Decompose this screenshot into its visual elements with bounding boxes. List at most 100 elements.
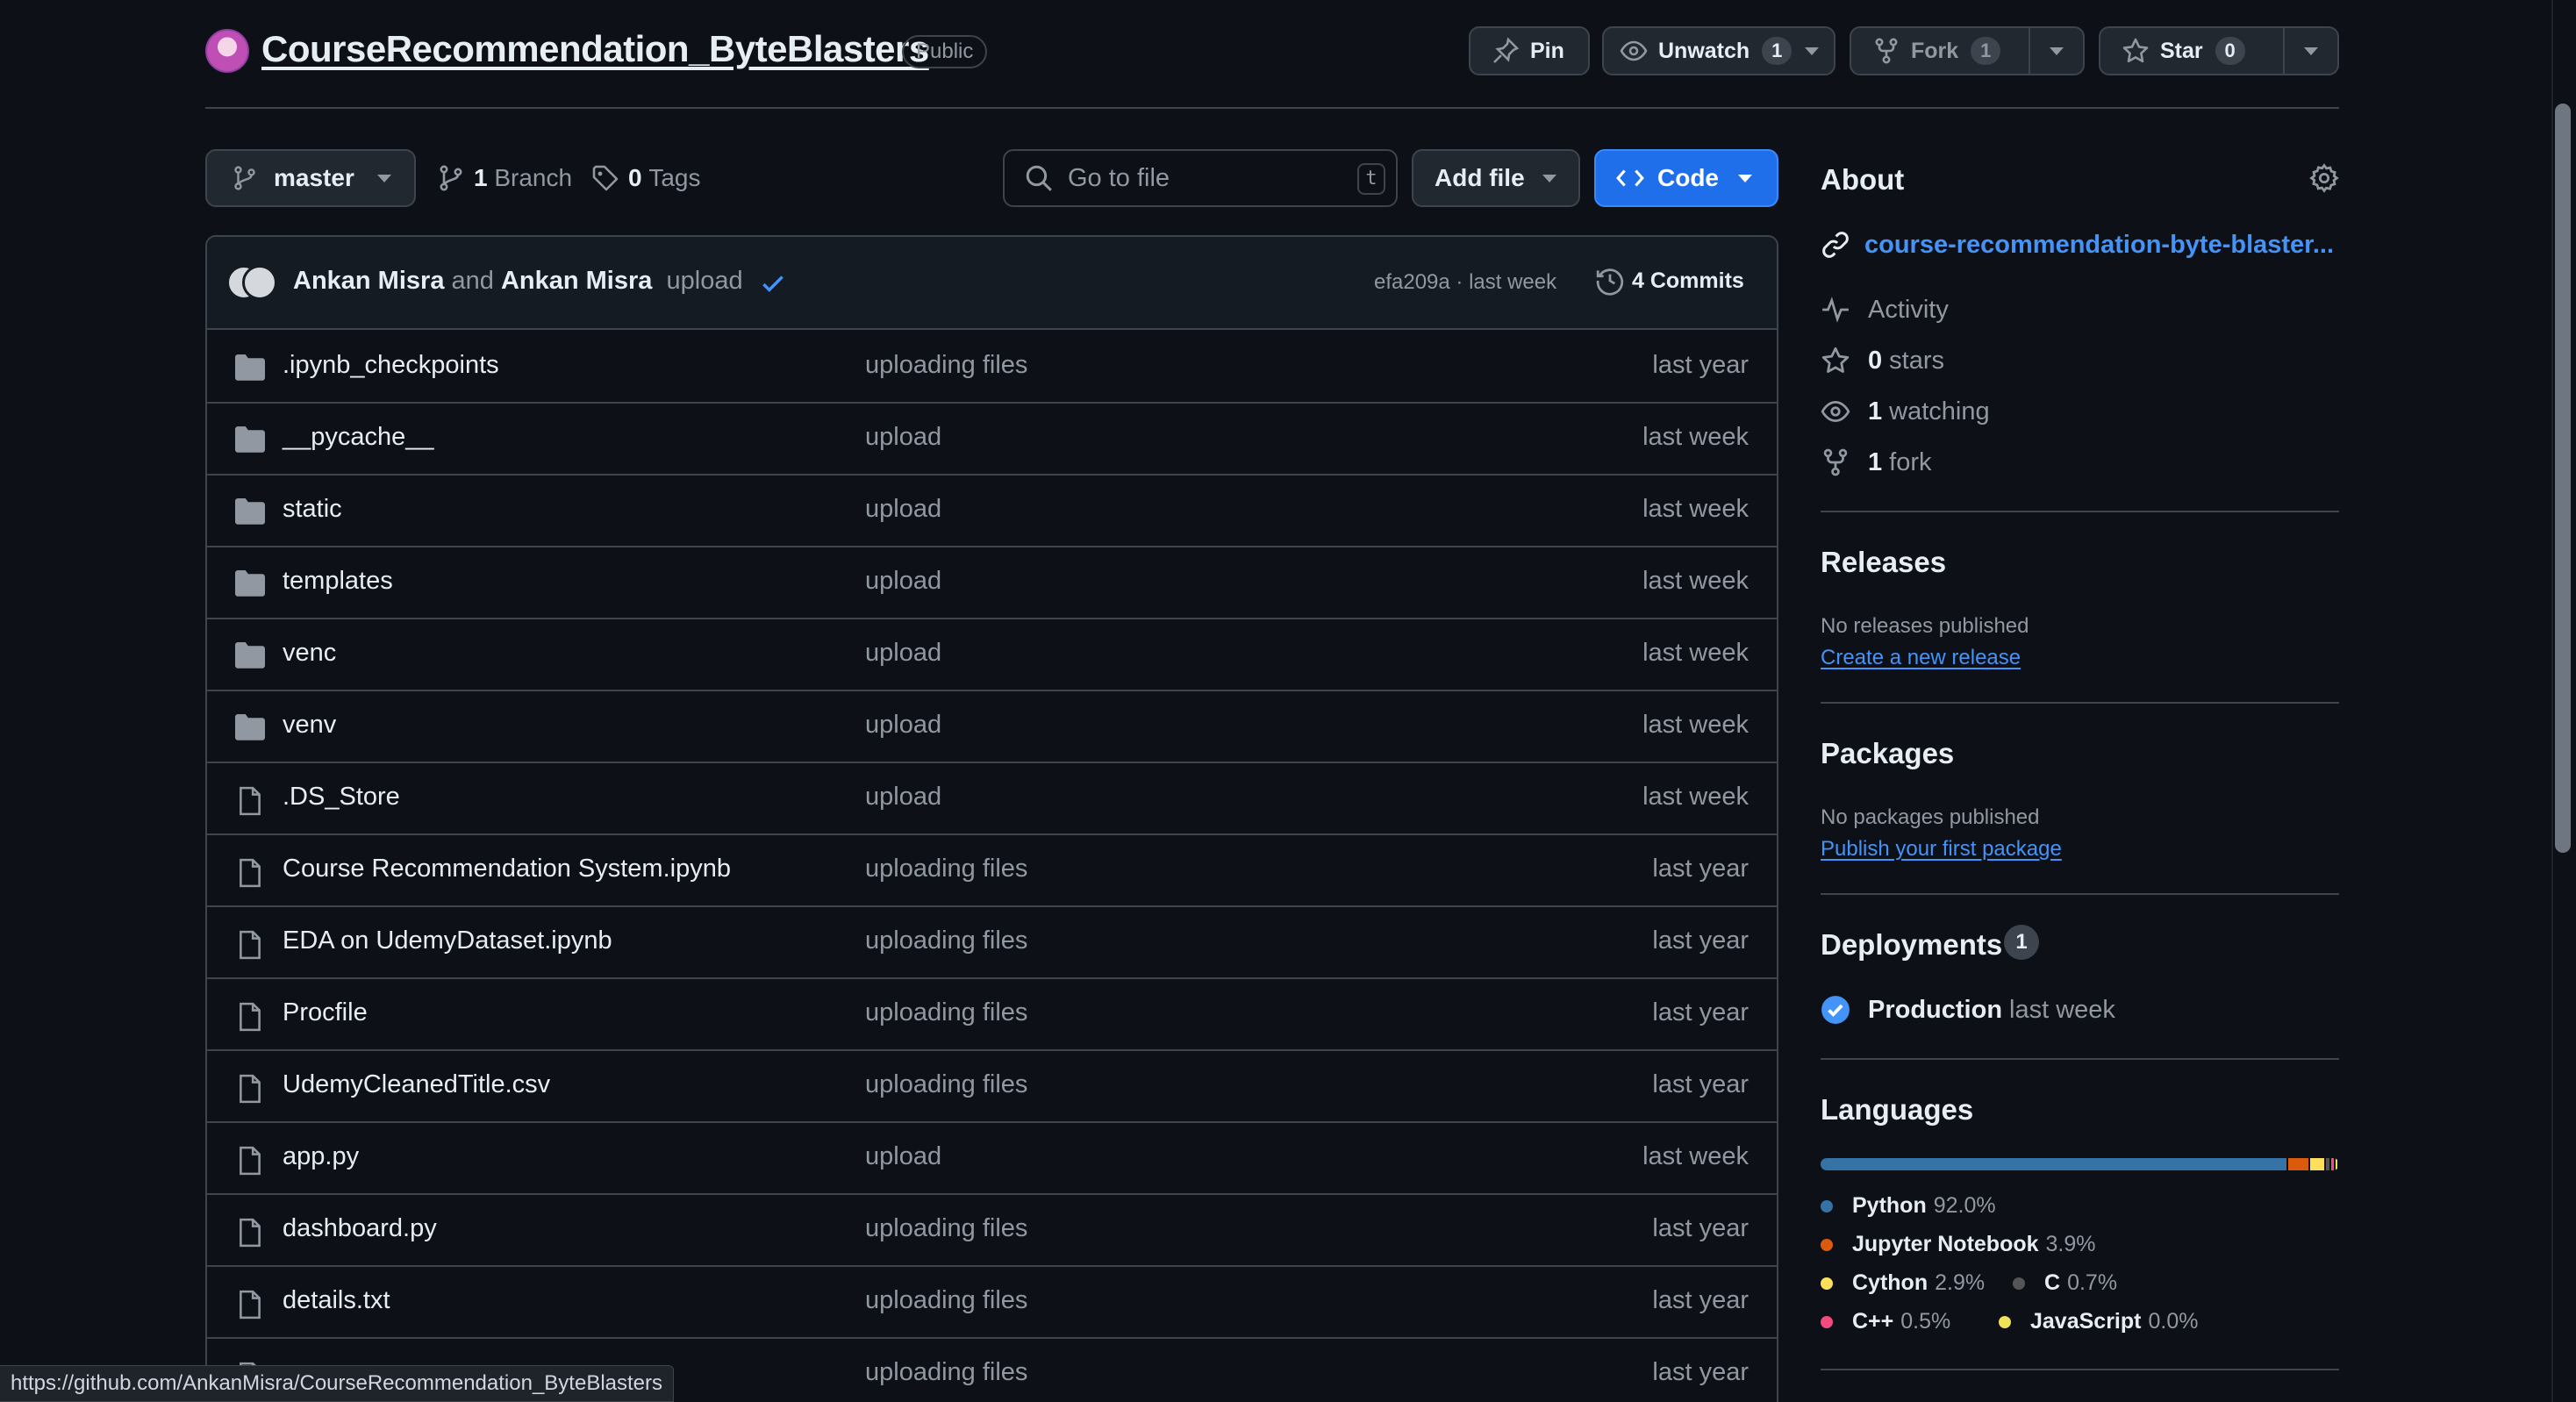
packages-heading[interactable]: Packages — [1821, 737, 1954, 770]
language-item[interactable]: C 0.7% — [2013, 1270, 2117, 1296]
language-name: C++ — [1852, 1309, 1894, 1334]
file-row[interactable]: .ipynb_checkpoints uploading files last ye… — [207, 332, 1777, 404]
file-name-link[interactable]: app.py — [283, 1142, 359, 1171]
file-commit-message-link[interactable]: upload — [865, 639, 941, 668]
forks-link[interactable]: 1 fork — [1821, 447, 1931, 477]
commits-history-link[interactable]: 4 Commits — [1595, 266, 1744, 296]
file-name-link[interactable]: UdemyCleanedTitle.csv — [283, 1070, 550, 1099]
file-row[interactable]: static upload last week — [207, 476, 1777, 547]
deployments-heading[interactable]: Deployments — [1821, 928, 2002, 962]
file-commit-message-link[interactable]: uploading files — [865, 351, 1027, 380]
star-label: Star — [2160, 38, 2203, 63]
file-name-link[interactable]: dashboard.py — [283, 1214, 437, 1243]
releases-note: No releases published — [1821, 614, 2029, 638]
fork-icon — [1823, 448, 1848, 476]
file-commit-time: last week — [1642, 423, 1749, 451]
file-commit-message-link[interactable]: upload — [865, 711, 941, 740]
file-name-link[interactable]: venc — [283, 639, 336, 668]
commit-coauthor-link[interactable]: Ankan Misra — [501, 267, 652, 295]
language-item[interactable]: Cython 2.9% — [1821, 1270, 1985, 1296]
commit-author-link[interactable]: Ankan Misra — [293, 267, 444, 295]
folder-icon — [235, 714, 265, 740]
releases-heading[interactable]: Releases — [1821, 546, 1946, 579]
file-name-link[interactable]: static — [283, 495, 342, 524]
file-row[interactable]: details.txt uploading files last year — [207, 1267, 1777, 1339]
file-name-link[interactable]: Course Recommendation System.ipynb — [283, 855, 731, 883]
file-commit-message-link[interactable]: uploading files — [865, 1358, 1027, 1387]
file-commit-message-link[interactable]: upload — [865, 495, 941, 524]
gear-icon[interactable] — [2309, 163, 2339, 193]
folder-icon — [235, 642, 265, 669]
language-dot-icon — [2013, 1277, 2025, 1290]
file-commit-message-link[interactable]: uploading files — [865, 855, 1027, 883]
watchers-link[interactable]: 1 watching — [1821, 397, 1990, 426]
publish-package-link[interactable]: Publish your first package — [1821, 837, 2062, 862]
check-icon[interactable] — [758, 268, 788, 298]
watch-options-dropdown[interactable] — [1790, 28, 1834, 74]
file-commit-message-link[interactable]: uploading files — [865, 1214, 1027, 1243]
commit-hash-time[interactable]: efa209a · last week — [1374, 270, 1556, 295]
repo-name-link[interactable]: CourseRecommendation_ByteBlasters — [261, 28, 929, 70]
chevron-down-icon — [376, 174, 391, 182]
create-release-link[interactable]: Create a new release — [1821, 646, 2021, 670]
file-row[interactable]: app.py upload last week — [207, 1123, 1777, 1195]
fork-icon — [1875, 38, 1898, 64]
file-row[interactable]: __pycache__ upload last week — [207, 404, 1777, 476]
file-row[interactable]: venc upload last week — [207, 619, 1777, 691]
unwatch-button[interactable]: Unwatch 1 — [1602, 26, 1835, 75]
branches-link[interactable]: 1 Branch — [437, 149, 572, 207]
file-row[interactable]: Procfile uploading files last year — [207, 979, 1777, 1051]
activity-link[interactable]: Activity — [1821, 295, 1949, 325]
file-row[interactable]: dashboard.py uploading files last year — [207, 1195, 1777, 1267]
file-commit-message-link[interactable]: upload — [865, 783, 941, 812]
branch-selector[interactable]: master — [205, 149, 416, 207]
homepage-link[interactable]: course-recommendation-byte-blaster... — [1821, 230, 2334, 260]
repo-owner-avatar[interactable] — [205, 29, 249, 73]
language-percent: 92.0% — [1933, 1193, 1996, 1218]
language-item[interactable]: C++ 0.5% — [1821, 1309, 1950, 1334]
tags-link[interactable]: 0 Tags — [591, 149, 701, 207]
file-commit-message-link[interactable]: uploading files — [865, 926, 1027, 955]
file-row[interactable]: EDA on UdemyDataset.ipynb uploading files… — [207, 907, 1777, 979]
file-row[interactable]: venv upload last week — [207, 691, 1777, 763]
star-lists-dropdown[interactable] — [2283, 28, 2337, 74]
commit-coauthor-avatar[interactable] — [242, 265, 277, 300]
search-placeholder: Go to file — [1068, 163, 1170, 192]
go-to-file-input[interactable]: Go to file t — [1003, 149, 1398, 207]
code-button[interactable]: Code — [1594, 149, 1778, 207]
language-item[interactable]: Jupyter Notebook 3.9% — [1821, 1232, 2096, 1257]
file-commit-time: last year — [1652, 926, 1749, 955]
fork-button[interactable]: Fork 1 — [1850, 26, 2085, 75]
scrollbar-thumb[interactable] — [2555, 104, 2571, 853]
file-name-link[interactable]: __pycache__ — [283, 423, 434, 452]
branch-icon — [234, 166, 255, 190]
file-commit-message-link[interactable]: upload — [865, 423, 941, 452]
stars-link[interactable]: 0 stars — [1821, 346, 1944, 376]
file-name-link[interactable]: EDA on UdemyDataset.ipynb — [283, 926, 612, 955]
file-commit-time: last week — [1642, 1142, 1749, 1170]
file-row[interactable]: templates upload last week — [207, 547, 1777, 619]
file-row[interactable]: Course Recommendation System.ipynb upload… — [207, 835, 1777, 907]
file-name-link[interactable]: venv — [283, 711, 336, 740]
file-commit-message-link[interactable]: uploading files — [865, 998, 1027, 1027]
file-commit-message-link[interactable]: uploading files — [865, 1070, 1027, 1099]
file-name-link[interactable]: templates — [283, 567, 393, 596]
file-name-link[interactable]: .DS_Store — [283, 783, 400, 812]
add-file-button[interactable]: Add file — [1412, 149, 1580, 207]
language-item[interactable]: JavaScript 0.0% — [1999, 1309, 2198, 1334]
file-commit-message-link[interactable]: upload — [865, 567, 941, 596]
file-name-link[interactable]: Procfile — [283, 998, 368, 1027]
commit-message-link[interactable]: upload — [667, 267, 743, 295]
fork-options-dropdown[interactable] — [2029, 28, 2083, 74]
language-item[interactable]: Python 92.0% — [1821, 1193, 1996, 1219]
file-name-link[interactable]: .ipynb_checkpoints — [283, 351, 499, 380]
file-name-link[interactable]: details.txt — [283, 1286, 390, 1315]
languages-heading: Languages — [1821, 1093, 1974, 1126]
file-row[interactable]: UdemyCleanedTitle.csv uploading files last… — [207, 1051, 1777, 1123]
deployment-production[interactable]: Production last week — [1821, 995, 2115, 1025]
file-row[interactable]: .DS_Store upload last week — [207, 763, 1777, 835]
pin-button[interactable]: Pin — [1469, 26, 1590, 75]
star-button[interactable]: Star 0 — [2099, 26, 2339, 75]
file-commit-message-link[interactable]: upload — [865, 1142, 941, 1171]
file-commit-message-link[interactable]: uploading files — [865, 1286, 1027, 1315]
